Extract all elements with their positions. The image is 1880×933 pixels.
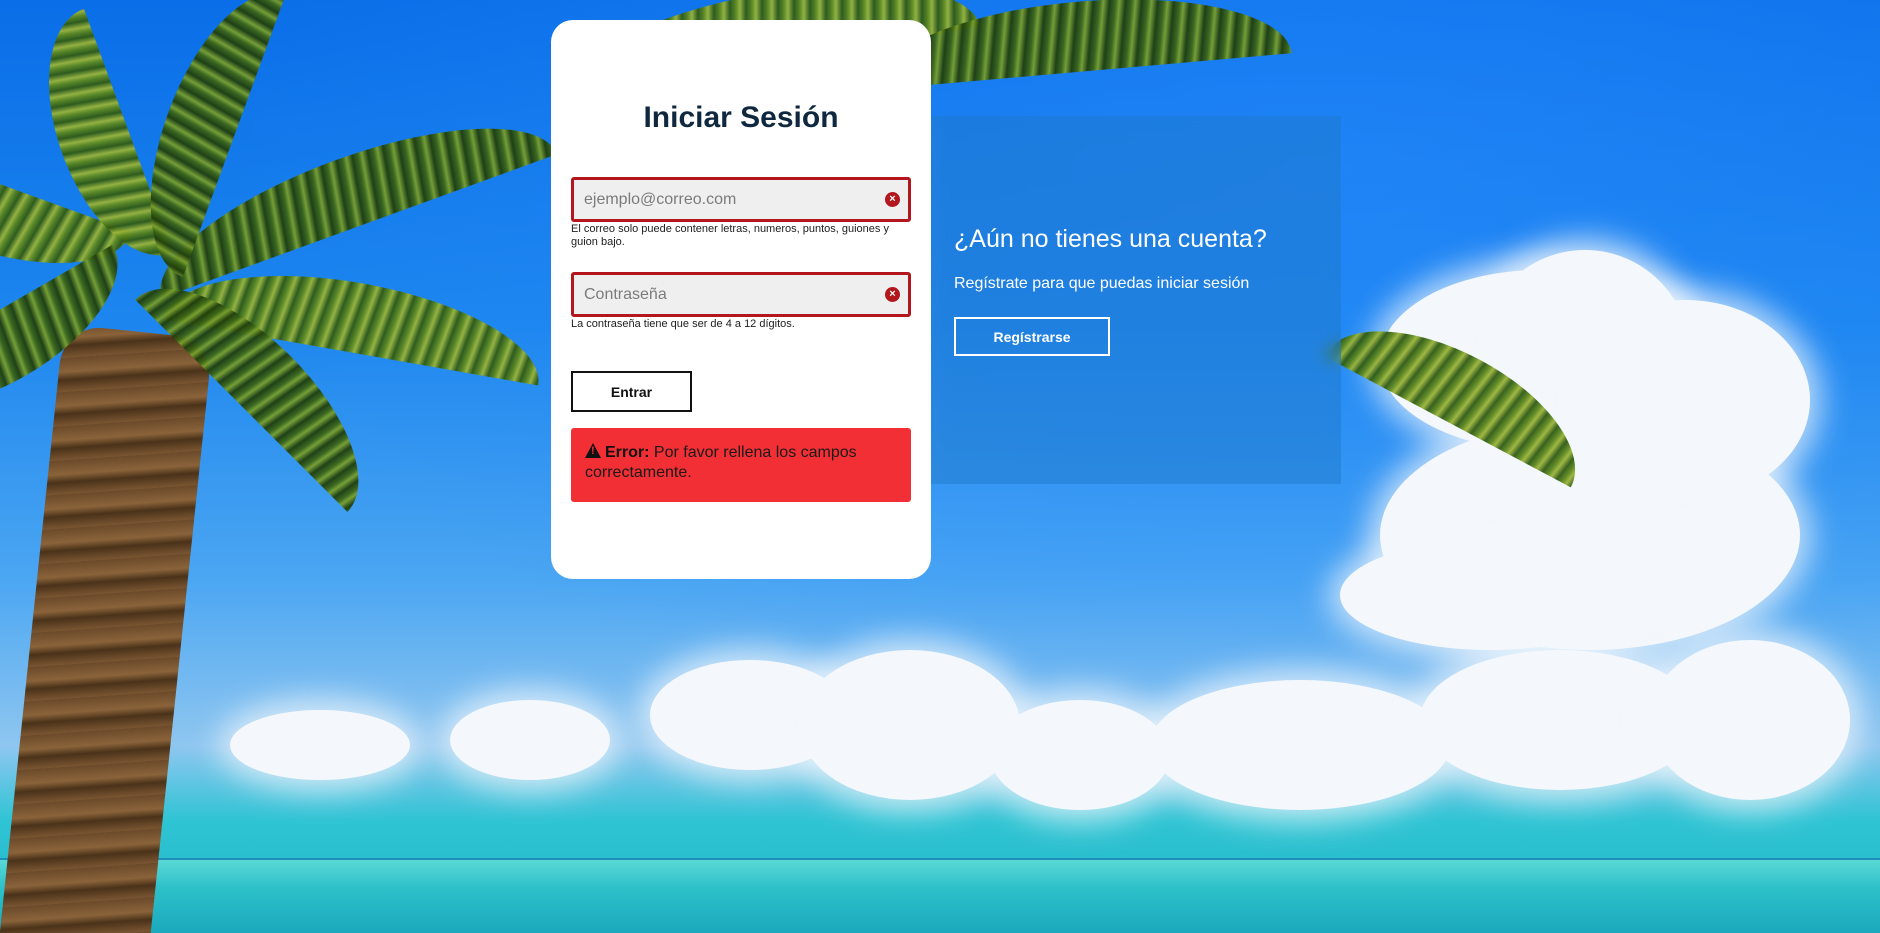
email-field-wrapper: × [571, 177, 911, 222]
cloud [1560, 300, 1810, 500]
password-hint: La contraseña tiene que ser de 4 a 12 dí… [571, 318, 795, 330]
times-circle-icon: × [885, 287, 900, 302]
warning-triangle-icon [585, 443, 601, 458]
register-text: Regístrate para que puedas iniciar sesió… [954, 275, 1250, 292]
cloud [990, 700, 1170, 810]
cloud [1340, 540, 1640, 650]
email-input[interactable] [574, 180, 874, 219]
error-label: Error: [605, 444, 650, 461]
error-alert: Error: Por favor rellena los campos corr… [571, 428, 911, 502]
password-input[interactable] [574, 275, 874, 314]
login-card: Iniciar Sesión × El correo solo puede co… [551, 20, 931, 579]
email-hint: El correo solo puede contener letras, nu… [571, 223, 889, 248]
cloud [1650, 640, 1850, 800]
beach-background: ¿Aún no tienes una cuenta? Regístrate pa… [0, 0, 1880, 933]
cloud [450, 700, 610, 780]
login-button[interactable]: Entrar [571, 371, 692, 412]
sea [0, 860, 1880, 933]
register-panel: ¿Aún no tienes una cuenta? Regístrate pa… [931, 116, 1341, 484]
cloud [230, 710, 410, 780]
register-heading: ¿Aún no tienes una cuenta? [954, 225, 1267, 253]
login-title: Iniciar Sesión [643, 101, 839, 134]
register-button[interactable]: Regístrarse [954, 317, 1110, 356]
cloud [1150, 680, 1450, 810]
password-field-wrapper: × [571, 272, 911, 317]
times-circle-icon: × [885, 192, 900, 207]
cloud [800, 650, 1020, 800]
